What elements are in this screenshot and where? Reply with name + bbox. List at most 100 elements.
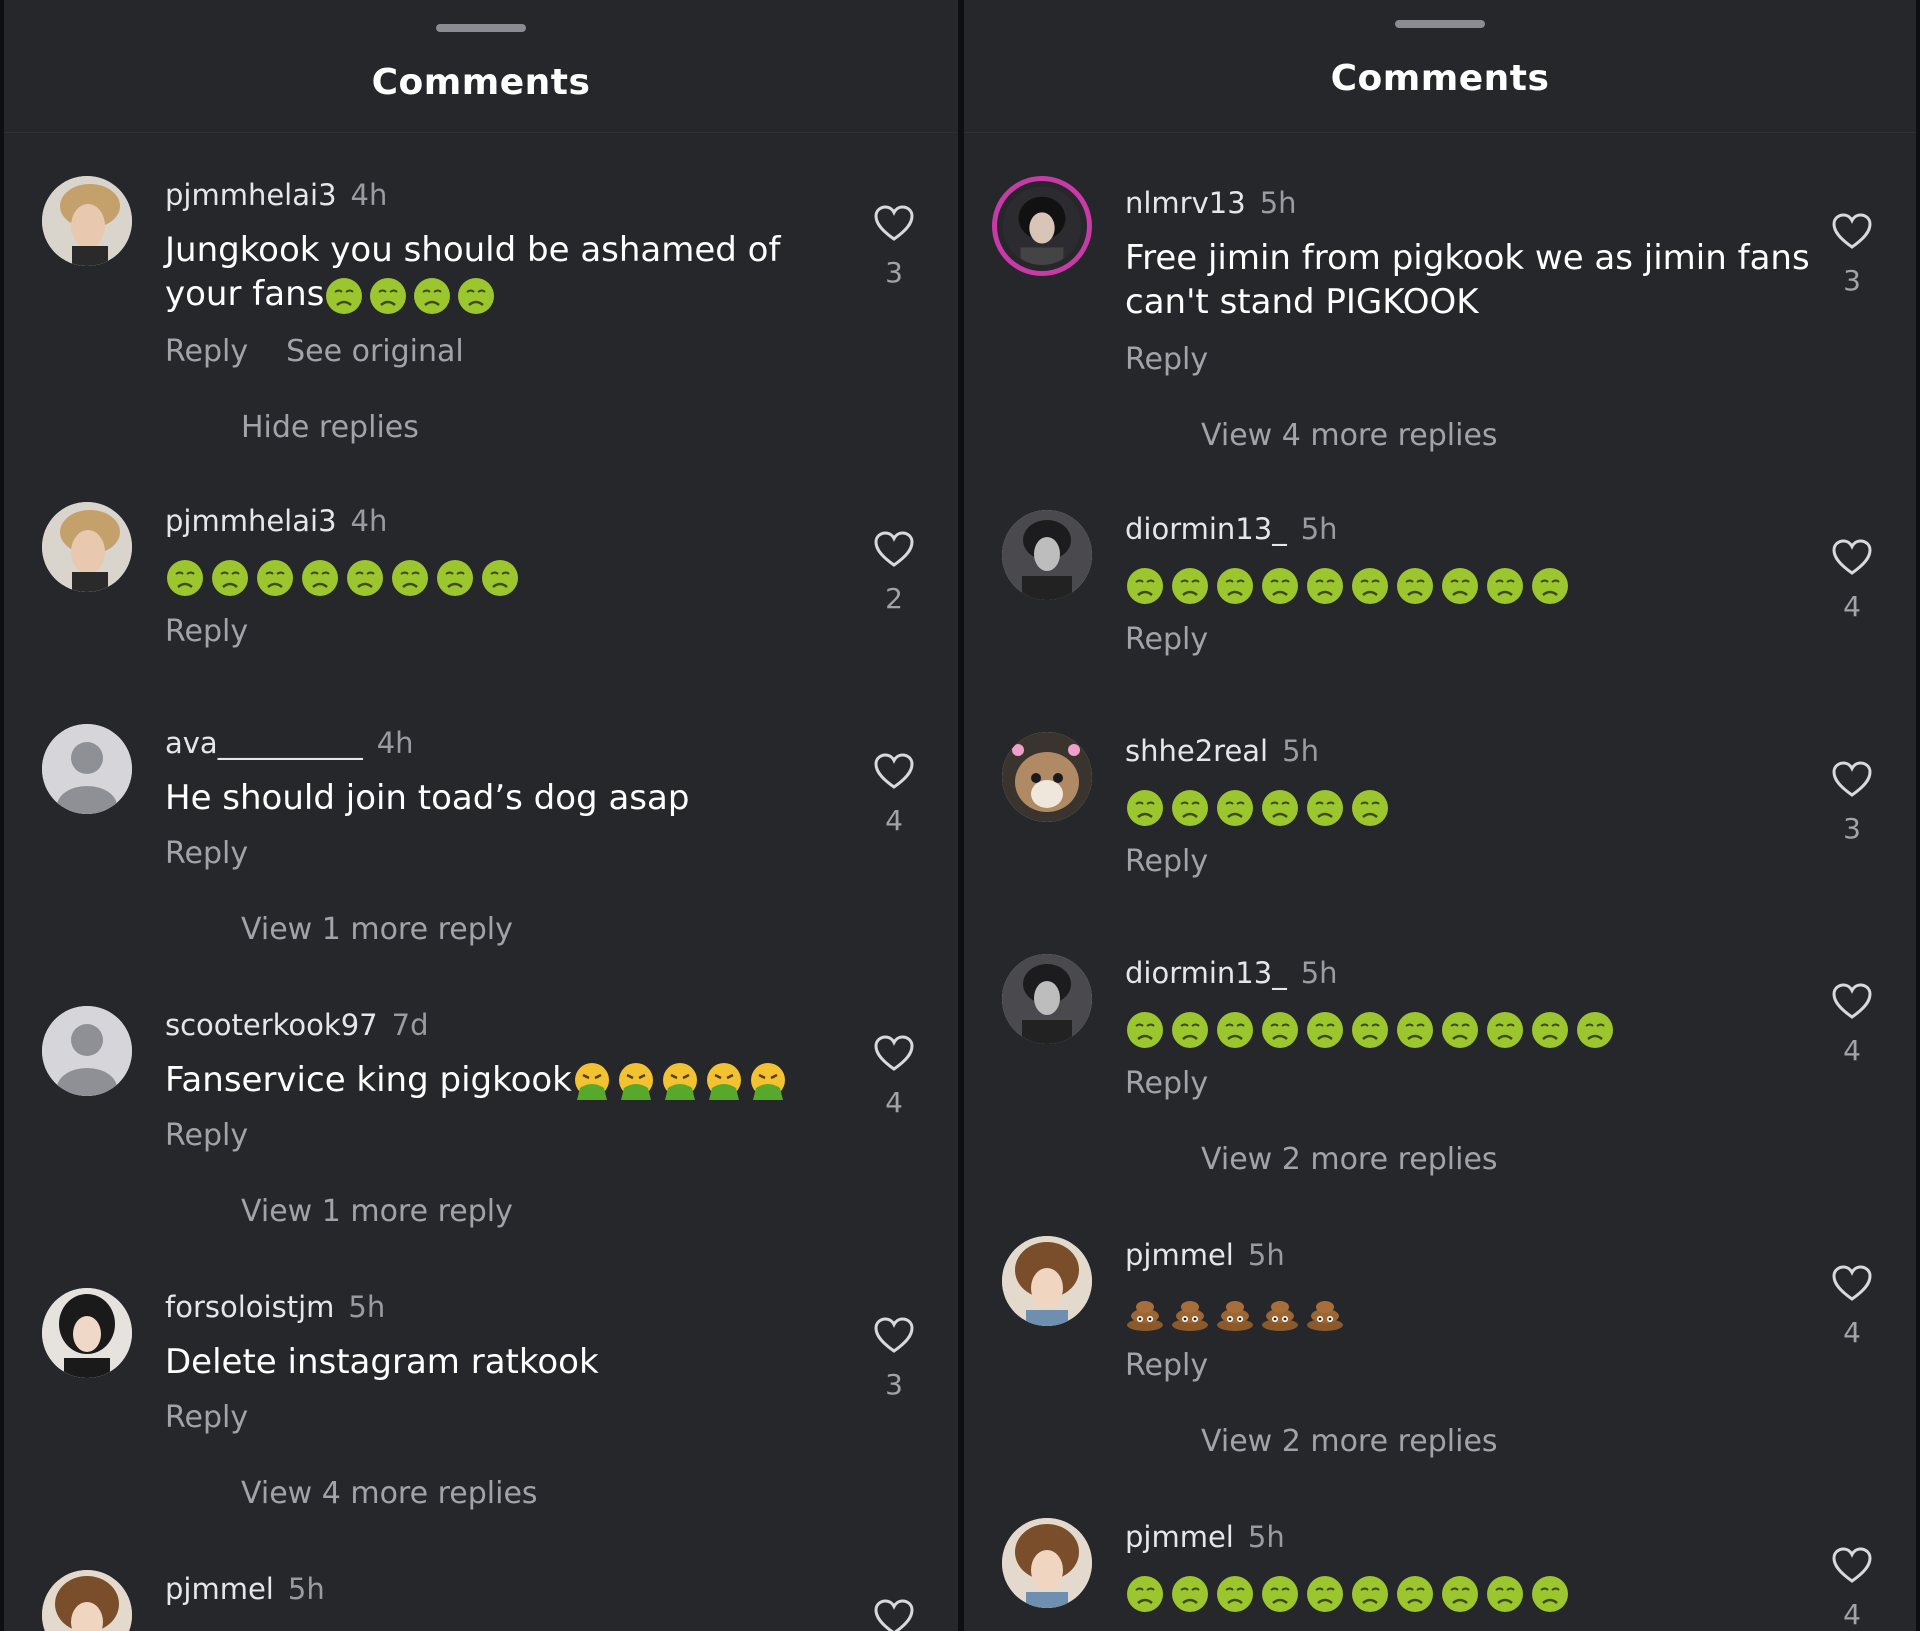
nauseated-face-emoji xyxy=(1170,566,1210,606)
nauseated-face-emoji xyxy=(1395,1010,1435,1050)
header-divider xyxy=(964,132,1916,133)
nauseated-face-emoji xyxy=(412,276,452,316)
avatar[interactable] xyxy=(1002,510,1092,600)
reply-button[interactable]: Reply xyxy=(1125,1066,1208,1101)
view-more-replies-button[interactable]: View 1 more reply xyxy=(241,912,513,947)
nauseated-face-emoji xyxy=(1440,1010,1480,1050)
comment-meta: diormin13_ 5h xyxy=(1125,956,1338,990)
avatar[interactable] xyxy=(42,1570,132,1631)
nauseated-face-emoji xyxy=(1305,788,1345,828)
username[interactable]: ava__________ xyxy=(165,726,363,760)
like-button[interactable]: 4 xyxy=(864,752,924,837)
reply-button[interactable]: Reply xyxy=(165,1400,248,1435)
avatar[interactable] xyxy=(1002,1518,1092,1608)
like-button[interactable] xyxy=(864,1598,924,1631)
story-ring-avatar[interactable] xyxy=(992,176,1092,276)
view-more-replies-button[interactable]: View 2 more replies xyxy=(1201,1142,1498,1177)
reply-button[interactable]: Reply xyxy=(165,614,248,649)
like-count: 4 xyxy=(1843,1316,1861,1349)
nauseated-face-emoji xyxy=(1260,566,1300,606)
avatar[interactable] xyxy=(42,176,132,266)
like-button[interactable]: 3 xyxy=(1822,760,1882,845)
like-button[interactable]: 4 xyxy=(1822,982,1882,1067)
nauseated-face-emoji xyxy=(1170,1010,1210,1050)
username[interactable]: pjmmhelai3 xyxy=(165,178,337,212)
nauseated-face-emoji xyxy=(480,558,520,598)
pile-of-poo-emoji xyxy=(1125,1292,1165,1332)
comment-meta: pjmmhelai3 4h xyxy=(165,504,387,538)
heart-outline-icon xyxy=(1832,983,1872,1019)
hide-replies-button[interactable]: Hide replies xyxy=(241,410,419,445)
username[interactable]: nlmrv13 xyxy=(1125,186,1246,220)
username[interactable]: scooterkook97 xyxy=(165,1008,378,1042)
username[interactable]: pjmmel xyxy=(165,1572,274,1606)
nauseated-face-emoji xyxy=(1530,1574,1570,1614)
like-count: 3 xyxy=(1843,264,1861,297)
emoji-row xyxy=(1125,566,1575,606)
nauseated-face-emoji xyxy=(1350,788,1390,828)
sheet-drag-handle[interactable] xyxy=(1395,20,1485,28)
sheet-drag-handle[interactable] xyxy=(436,24,526,32)
like-button[interactable]: 4 xyxy=(1822,1546,1882,1631)
comments-sheet-right: Comments nlmrv13 5h Free jimin from pigko… xyxy=(964,0,1916,1631)
heart-outline-icon xyxy=(874,205,914,241)
emoji-row xyxy=(165,558,525,598)
view-more-replies-button[interactable]: View 2 more replies xyxy=(1201,1424,1498,1459)
heart-outline-icon xyxy=(874,1599,914,1631)
nauseated-face-emoji xyxy=(1125,1010,1165,1050)
reply-button[interactable]: Reply xyxy=(1125,342,1208,377)
like-button[interactable]: 3 xyxy=(864,204,924,289)
heart-outline-icon xyxy=(1832,761,1872,797)
view-more-replies-button[interactable]: View 4 more replies xyxy=(1201,418,1498,453)
timestamp: 5h xyxy=(1259,186,1297,220)
default-avatar[interactable] xyxy=(42,724,132,814)
reply-button[interactable]: Reply xyxy=(165,836,248,871)
like-count: 4 xyxy=(1843,1598,1861,1631)
like-button[interactable]: 2 xyxy=(864,530,924,615)
username[interactable]: forsoloistjm xyxy=(165,1290,334,1324)
reply-button[interactable]: Reply xyxy=(165,334,248,369)
like-button[interactable]: 4 xyxy=(1822,538,1882,623)
avatar[interactable] xyxy=(42,1288,132,1378)
avatar[interactable] xyxy=(42,502,132,592)
reply-button[interactable]: Reply xyxy=(1125,844,1208,879)
default-avatar[interactable] xyxy=(42,1006,132,1096)
reply-button[interactable]: Reply xyxy=(1125,1348,1208,1383)
username[interactable]: pjmmhelai3 xyxy=(165,504,337,538)
avatar[interactable] xyxy=(1002,732,1092,822)
avatar[interactable] xyxy=(1002,954,1092,1044)
like-button[interactable]: 4 xyxy=(1822,1264,1882,1349)
like-button[interactable]: 4 xyxy=(864,1034,924,1119)
nauseated-face-emoji xyxy=(1350,1574,1390,1614)
comment-text: Fanservice king pigkook xyxy=(165,1058,855,1102)
comment-meta: pjmmel 5h xyxy=(165,1572,325,1606)
heart-outline-icon xyxy=(874,531,914,567)
username[interactable]: diormin13_ xyxy=(1125,956,1287,990)
timestamp: 5h xyxy=(287,1572,325,1606)
see-original-button[interactable]: See original xyxy=(286,334,464,369)
view-more-replies-button[interactable]: View 1 more reply xyxy=(241,1194,513,1229)
username[interactable]: diormin13_ xyxy=(1125,512,1287,546)
comment-meta: ava__________ 4h xyxy=(165,726,414,760)
heart-outline-icon xyxy=(1832,213,1872,249)
username[interactable]: pjmmel xyxy=(1125,1520,1234,1554)
person-silhouette-icon xyxy=(42,1006,132,1096)
like-count: 3 xyxy=(885,256,903,289)
username[interactable]: shhe2real xyxy=(1125,734,1268,768)
nauseated-face-emoji xyxy=(1395,566,1435,606)
emoji-row xyxy=(1125,1010,1620,1050)
nauseated-face-emoji xyxy=(165,558,205,598)
comment-text-body: Fanservice king pigkook xyxy=(165,1060,572,1100)
avatar[interactable] xyxy=(1002,1236,1092,1326)
nauseated-face-emoji xyxy=(1260,788,1300,828)
comment-meta: diormin13_ 5h xyxy=(1125,512,1338,546)
reply-button[interactable]: Reply xyxy=(1125,622,1208,657)
like-button[interactable]: 3 xyxy=(1822,212,1882,297)
username[interactable]: pjmmel xyxy=(1125,1238,1234,1272)
timestamp: 5h xyxy=(1300,956,1338,990)
comment-actions: Reply xyxy=(165,836,286,871)
reply-button[interactable]: Reply xyxy=(165,1118,248,1153)
view-more-replies-button[interactable]: View 4 more replies xyxy=(241,1476,538,1511)
pile-of-poo-emoji xyxy=(1215,1292,1255,1332)
like-button[interactable]: 3 xyxy=(864,1316,924,1401)
